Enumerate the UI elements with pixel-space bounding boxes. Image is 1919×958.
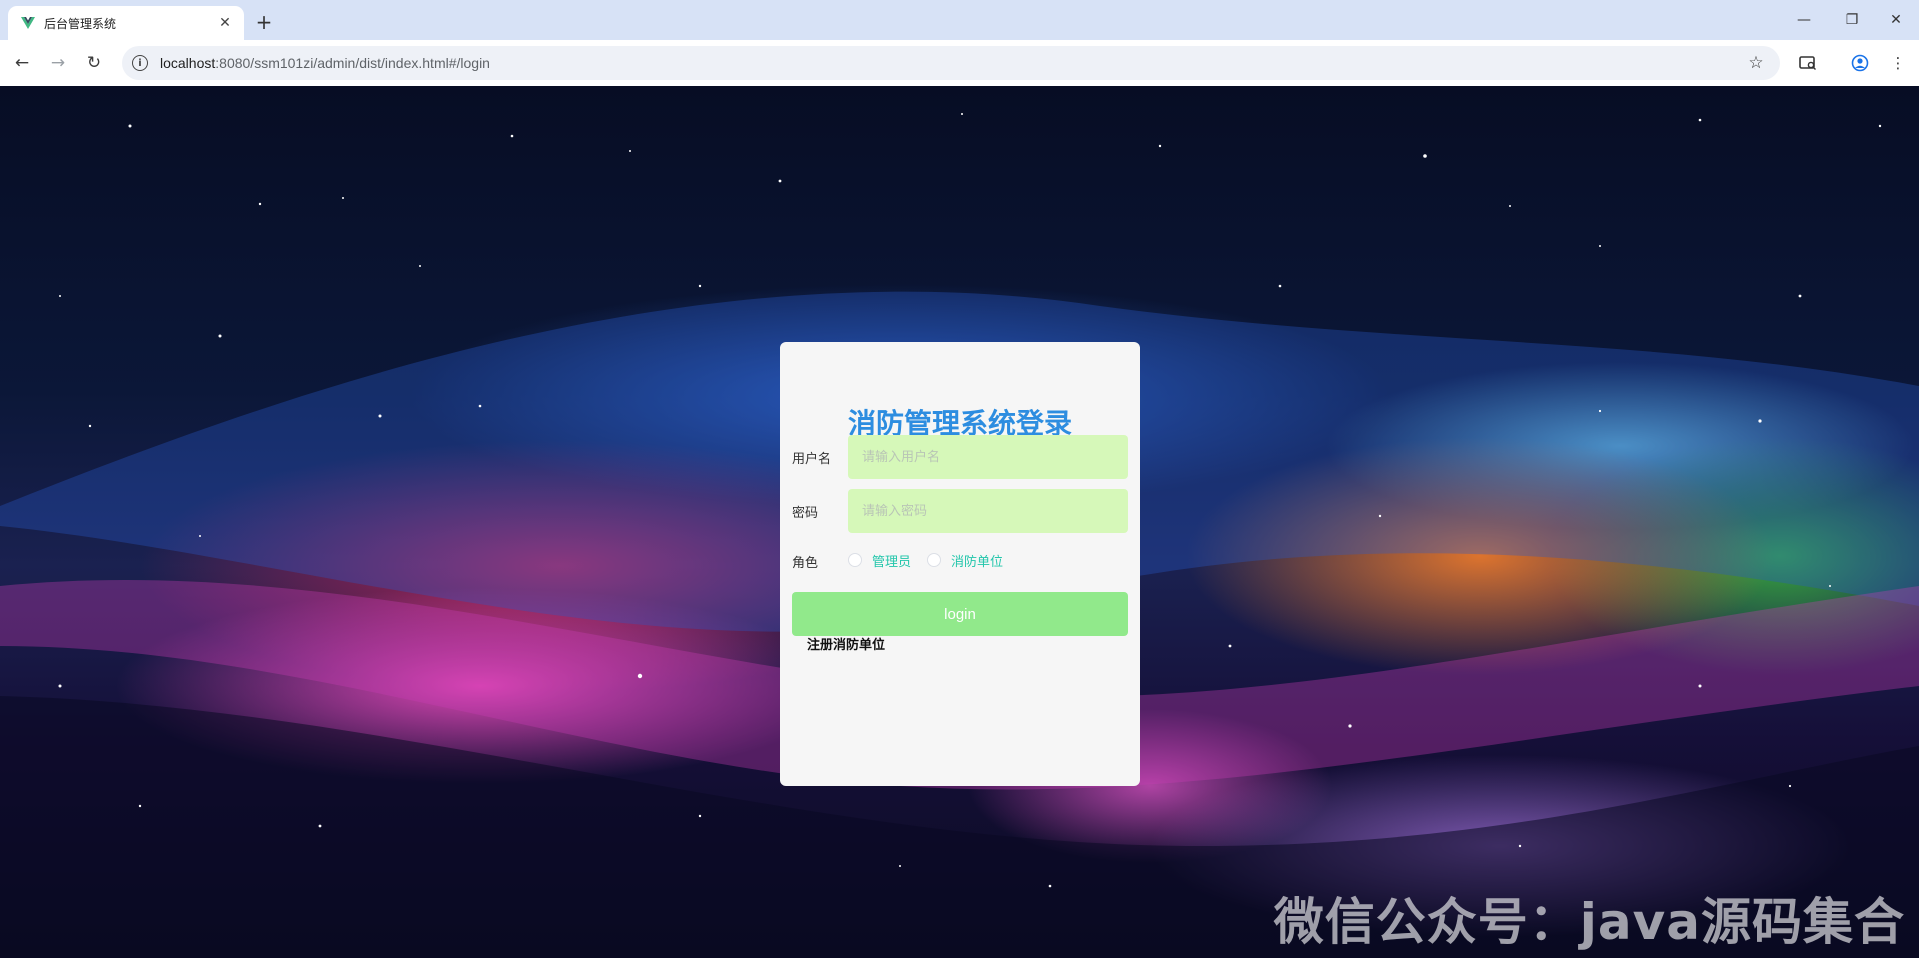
close-window-icon[interactable]: ✕ [1878, 8, 1914, 32]
role-radio-group: 管理员 消防单位 [848, 550, 1019, 570]
bookmark-star-icon[interactable]: ☆ [1744, 51, 1768, 75]
login-button[interactable]: login [792, 592, 1128, 636]
vue-logo-icon [21, 17, 35, 29]
role-option-fire-unit[interactable]: 消防单位 [951, 551, 1003, 570]
password-input[interactable] [848, 489, 1128, 533]
url-path: :8080/ssm101zi/admin/dist/index.html#/lo… [215, 55, 490, 71]
tab-bar: 后台管理系统 ✕ + — ❐ ✕ [0, 0, 1919, 40]
restore-icon[interactable]: ❐ [1834, 8, 1870, 32]
back-icon[interactable]: ← [8, 49, 36, 77]
role-radio-fire-unit[interactable] [927, 553, 942, 567]
new-tab-icon[interactable]: + [252, 10, 276, 34]
reload-icon[interactable]: ↻ [80, 49, 108, 77]
login-card: 消防管理系统登录 用户名 密码 角色 管理员 消防单位 login 注册消防单位 [780, 342, 1140, 786]
watermark-text: 微信公众号：java源码集合 [1273, 893, 1905, 951]
url-text[interactable]: localhost:8080/ssm101zi/admin/dist/index… [160, 55, 1744, 71]
role-radio-admin[interactable] [848, 553, 862, 567]
browser-chrome: 后台管理系统 ✕ + — ❐ ✕ ← → ↻ i localhost:8080/… [0, 0, 1919, 86]
menu-kebab-icon[interactable]: ⋮ [1886, 51, 1910, 75]
role-option-admin[interactable]: 管理员 [872, 551, 911, 570]
login-page-background: 消防管理系统登录 用户名 密码 角色 管理员 消防单位 login 注册消防单位… [0, 86, 1919, 958]
username-label: 用户名 [792, 452, 832, 467]
url-host: localhost [160, 55, 216, 71]
browser-tab[interactable]: 后台管理系统 ✕ [8, 6, 244, 40]
username-input[interactable] [848, 435, 1128, 479]
profile-icon[interactable] [1848, 51, 1872, 75]
register-fire-unit-link[interactable]: 注册消防单位 [807, 634, 885, 653]
tab-title: 后台管理系统 [44, 16, 117, 31]
tab-search-icon[interactable] [1796, 51, 1820, 75]
minimize-icon[interactable]: — [1786, 8, 1822, 32]
role-label: 角色 [792, 556, 819, 571]
close-tab-icon[interactable]: ✕ [214, 12, 236, 34]
forward-icon[interactable]: → [44, 49, 72, 77]
address-bar[interactable]: i localhost:8080/ssm101zi/admin/dist/ind… [122, 46, 1780, 80]
password-label: 密码 [792, 506, 819, 521]
site-info-icon[interactable]: i [132, 55, 148, 71]
browser-toolbar: ← → ↻ i localhost:8080/ssm101zi/admin/di… [0, 40, 1919, 86]
